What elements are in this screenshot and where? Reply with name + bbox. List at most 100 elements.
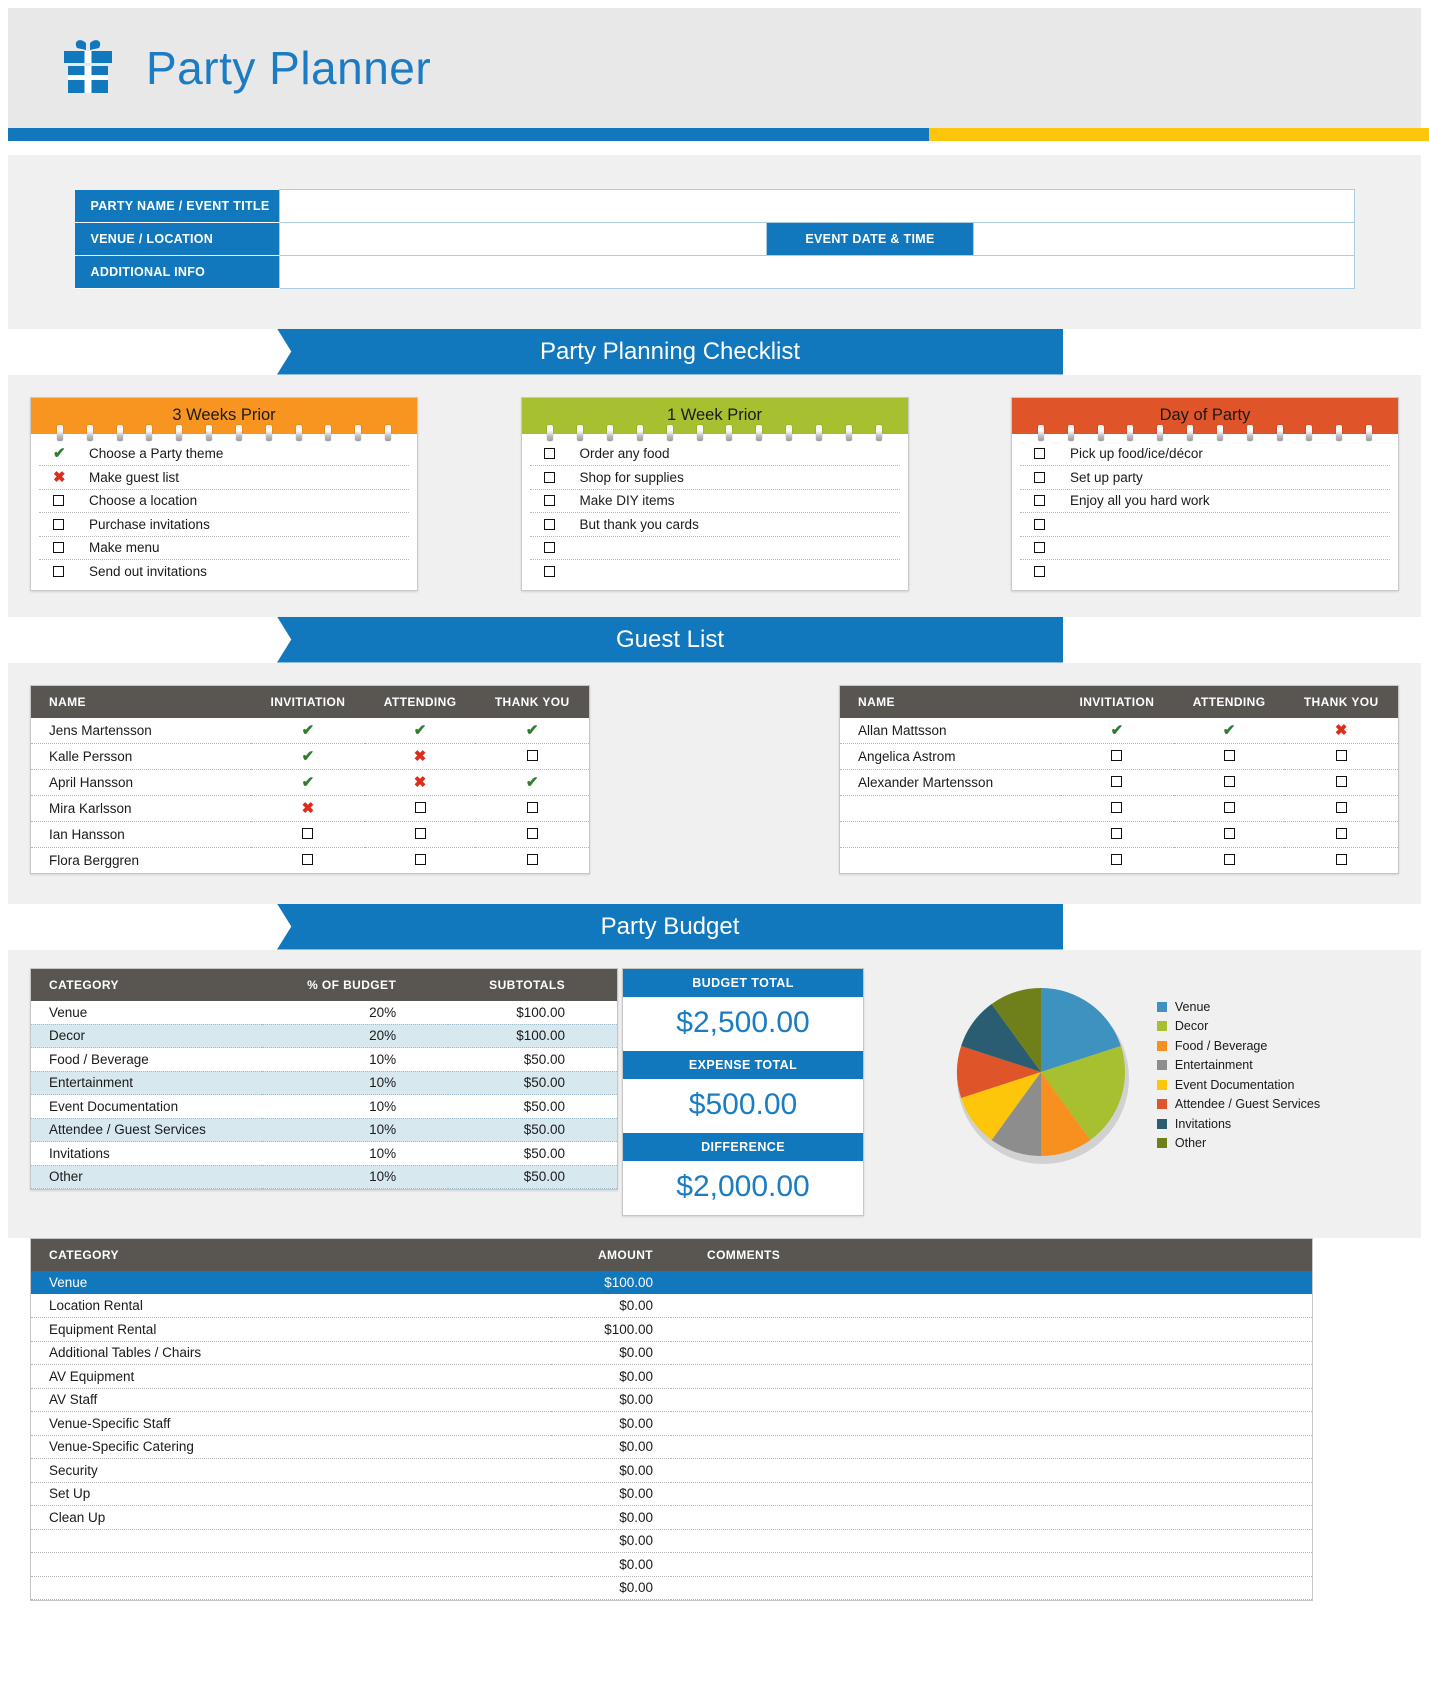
guest-invitation[interactable]: ✔ xyxy=(251,717,365,744)
guest-attending[interactable] xyxy=(1173,795,1285,822)
guest-thank-you[interactable] xyxy=(1284,821,1398,848)
checklist-2-0-checkbox[interactable] xyxy=(1034,448,1045,460)
guest-attending[interactable]: ✔ xyxy=(1173,717,1285,744)
expense-amount[interactable]: $0.00 xyxy=(551,1341,671,1365)
checklist-item[interactable] xyxy=(1020,513,1390,537)
checklist-item[interactable] xyxy=(1020,537,1390,560)
checklist-item[interactable]: Choose a location xyxy=(39,490,409,513)
guest-thank-you[interactable]: ✔ xyxy=(475,769,589,796)
expense-comments[interactable] xyxy=(671,1388,1312,1412)
checklist-item[interactable]: ✔ Choose a Party theme xyxy=(39,443,409,466)
expense-comments[interactable] xyxy=(671,1576,1312,1600)
checklist-2-3-checkbox[interactable] xyxy=(1034,518,1045,530)
checklist-item[interactable]: But thank you cards xyxy=(529,513,900,537)
expense-amount[interactable]: $0.00 xyxy=(551,1411,671,1436)
checklist-item[interactable]: ✖ Make guest list xyxy=(39,466,409,490)
guest-invitation[interactable]: ✖ xyxy=(251,795,365,822)
guest-invitation[interactable] xyxy=(251,847,365,873)
guest-invitation[interactable] xyxy=(1060,795,1174,822)
guest-left-4-ty-checkbox[interactable] xyxy=(526,827,538,839)
checklist-item-mark[interactable] xyxy=(543,542,580,554)
input-party-name[interactable] xyxy=(279,189,1355,223)
guest-left-4-inv-checkbox[interactable] xyxy=(302,827,314,839)
expense-comments[interactable] xyxy=(671,1505,1312,1530)
guest-invitation[interactable] xyxy=(1060,821,1174,848)
guest-invitation[interactable]: ✔ xyxy=(251,769,365,796)
checklist-item-mark[interactable] xyxy=(543,518,580,530)
checklist-item[interactable] xyxy=(530,560,900,584)
checklist-item[interactable]: Make DIY items xyxy=(529,490,900,513)
guest-thank-you[interactable] xyxy=(1284,743,1398,770)
checklist-item[interactable]: Send out invitations xyxy=(39,560,409,584)
expense-comments[interactable] xyxy=(671,1270,1312,1294)
expense-comments[interactable] xyxy=(671,1552,1312,1577)
guest-right-0-inv-check-icon[interactable]: ✔ xyxy=(1111,722,1124,739)
guest-right-2-att-checkbox[interactable] xyxy=(1223,775,1235,787)
guest-attending[interactable]: ✖ xyxy=(364,769,476,796)
checklist-2-2-checkbox[interactable] xyxy=(1034,495,1045,507)
expense-amount[interactable]: $0.00 xyxy=(551,1505,671,1530)
expense-amount[interactable]: $0.00 xyxy=(551,1552,671,1577)
guest-invitation[interactable]: ✔ xyxy=(1060,717,1174,744)
checklist-0-0-check-icon[interactable]: ✔ xyxy=(53,446,66,461)
guest-right-4-inv-checkbox[interactable] xyxy=(1111,827,1123,839)
guest-attending[interactable] xyxy=(365,847,476,873)
guest-attending[interactable] xyxy=(364,821,476,848)
expense-comments[interactable] xyxy=(671,1411,1312,1436)
guest-right-1-ty-checkbox[interactable] xyxy=(1335,749,1347,761)
guest-right-3-att-checkbox[interactable] xyxy=(1223,801,1235,813)
guest-attending[interactable] xyxy=(364,795,476,822)
guest-left-3-att-checkbox[interactable] xyxy=(414,801,426,813)
checklist-1-3-checkbox[interactable] xyxy=(543,518,555,530)
expense-amount[interactable]: $100.00 xyxy=(551,1270,671,1294)
expense-comments[interactable] xyxy=(671,1294,1312,1318)
checklist-2-1-checkbox[interactable] xyxy=(1034,471,1045,483)
guest-right-5-inv-checkbox[interactable] xyxy=(1111,853,1123,865)
guest-right-2-ty-checkbox[interactable] xyxy=(1335,775,1347,787)
expense-amount[interactable]: $0.00 xyxy=(551,1576,671,1600)
expense-amount[interactable]: $0.00 xyxy=(551,1294,671,1318)
checklist-1-0-checkbox[interactable] xyxy=(543,448,555,460)
expense-amount[interactable]: $0.00 xyxy=(551,1435,671,1459)
guest-left-2-inv-check-icon[interactable]: ✔ xyxy=(302,774,315,791)
guest-left-0-inv-check-icon[interactable]: ✔ xyxy=(302,722,315,739)
checklist-item-mark[interactable] xyxy=(1034,495,1070,507)
guest-attending[interactable] xyxy=(1173,743,1285,770)
checklist-item-mark[interactable]: ✖ xyxy=(53,470,89,485)
guest-right-4-ty-checkbox[interactable] xyxy=(1335,827,1347,839)
checklist-item-mark[interactable] xyxy=(1034,518,1070,530)
checklist-2-5-checkbox[interactable] xyxy=(1034,566,1045,578)
checklist-item-mark[interactable] xyxy=(1034,471,1070,483)
checklist-item-mark[interactable]: ✔ xyxy=(53,446,89,461)
guest-attending[interactable] xyxy=(1174,847,1285,873)
checklist-item-mark[interactable] xyxy=(543,566,580,578)
checklist-2-4-checkbox[interactable] xyxy=(1034,542,1045,554)
input-event-date-time[interactable] xyxy=(973,221,1355,256)
guest-right-2-inv-checkbox[interactable] xyxy=(1111,775,1123,787)
guest-thank-you[interactable]: ✖ xyxy=(1284,717,1398,744)
checklist-item[interactable] xyxy=(1020,560,1390,584)
expense-amount[interactable]: $0.00 xyxy=(551,1529,671,1553)
guest-left-4-att-checkbox[interactable] xyxy=(414,827,426,839)
guest-left-5-ty-checkbox[interactable] xyxy=(526,853,538,865)
guest-left-1-att-cross-icon[interactable]: ✖ xyxy=(414,748,427,765)
checklist-item-mark[interactable] xyxy=(1034,566,1070,578)
budget-percent[interactable]: 10% xyxy=(261,1141,449,1166)
expense-amount[interactable]: $0.00 xyxy=(551,1364,671,1389)
checklist-1-4-checkbox[interactable] xyxy=(543,542,555,554)
guest-right-0-att-check-icon[interactable]: ✔ xyxy=(1223,722,1236,739)
checklist-0-4-checkbox[interactable] xyxy=(53,542,64,554)
guest-invitation[interactable]: ✔ xyxy=(251,743,365,770)
guest-thank-you[interactable]: ✔ xyxy=(475,717,589,744)
expense-amount[interactable]: $0.00 xyxy=(551,1482,671,1506)
checklist-item[interactable] xyxy=(529,537,900,560)
checklist-item[interactable]: Enjoy all you hard work xyxy=(1020,490,1390,513)
checklist-0-3-checkbox[interactable] xyxy=(53,518,64,530)
guest-thank-you[interactable] xyxy=(475,743,589,770)
expense-amount[interactable]: $0.00 xyxy=(551,1388,671,1412)
guest-thank-you[interactable] xyxy=(475,847,589,873)
guest-attending[interactable]: ✖ xyxy=(364,743,476,770)
expense-comments[interactable] xyxy=(671,1317,1312,1342)
expense-amount[interactable]: $0.00 xyxy=(551,1458,671,1483)
guest-thank-you[interactable] xyxy=(475,795,589,822)
